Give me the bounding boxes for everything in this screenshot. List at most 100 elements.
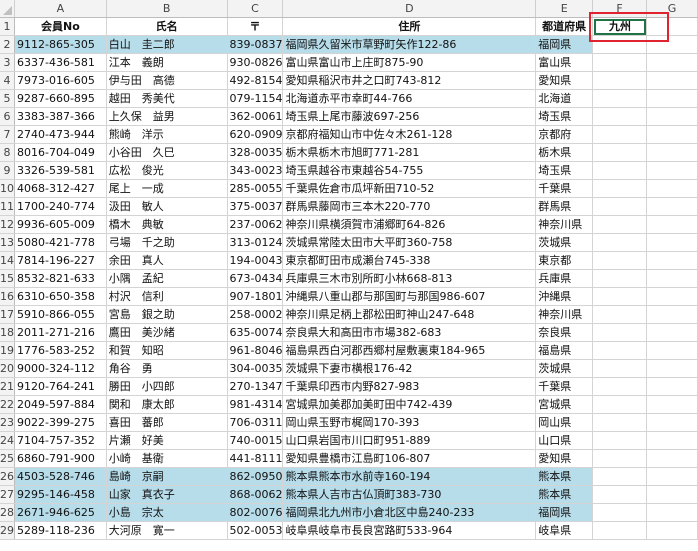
name-cell[interactable]: 小島 宗太 bbox=[106, 503, 228, 522]
name-cell[interactable]: 熊崎 洋示 bbox=[106, 125, 228, 144]
empty-cell[interactable] bbox=[592, 143, 647, 162]
empty-cell[interactable] bbox=[646, 341, 698, 360]
empty-cell[interactable] bbox=[646, 485, 698, 504]
row-header[interactable]: 9 bbox=[0, 161, 15, 180]
empty-cell[interactable] bbox=[592, 323, 647, 342]
empty-cell[interactable] bbox=[646, 323, 698, 342]
empty-cell[interactable] bbox=[646, 233, 698, 252]
postal-cell[interactable]: 802-0076 bbox=[227, 503, 284, 522]
name-cell[interactable]: 和賀 知昭 bbox=[106, 341, 228, 360]
prefecture-cell[interactable]: 熊本県 bbox=[535, 485, 594, 504]
name-cell[interactable]: 関和 康太郎 bbox=[106, 395, 228, 414]
postal-cell[interactable]: 868-0062 bbox=[227, 485, 284, 504]
member-no-cell[interactable]: 5289-118-236 bbox=[14, 521, 107, 540]
empty-cell[interactable] bbox=[646, 71, 698, 90]
address-cell[interactable]: 熊本県熊本市水前寺160-194 bbox=[282, 467, 537, 486]
empty-cell[interactable] bbox=[592, 197, 647, 216]
name-cell[interactable]: 片瀬 好美 bbox=[106, 431, 228, 450]
name-cell[interactable]: 橋木 典敏 bbox=[106, 215, 228, 234]
column-header-b[interactable]: B bbox=[106, 0, 228, 18]
row-header[interactable]: 6 bbox=[0, 107, 15, 126]
member-no-cell[interactable]: 7814-196-227 bbox=[14, 251, 107, 270]
name-cell[interactable]: 小崎 基衛 bbox=[106, 449, 228, 468]
postal-cell[interactable]: 839-0837 bbox=[227, 35, 284, 54]
row-header[interactable]: 12 bbox=[0, 215, 15, 234]
header-address[interactable]: 住所 bbox=[282, 17, 537, 36]
name-cell[interactable]: 伊与田 高德 bbox=[106, 71, 228, 90]
row-header[interactable]: 15 bbox=[0, 269, 15, 288]
postal-cell[interactable]: 635-0074 bbox=[227, 323, 284, 342]
row-header[interactable]: 21 bbox=[0, 377, 15, 396]
prefecture-cell[interactable]: 茨城県 bbox=[535, 233, 594, 252]
name-cell[interactable]: 越田 秀美代 bbox=[106, 89, 228, 108]
empty-cell[interactable] bbox=[646, 251, 698, 270]
member-no-cell[interactable]: 9295-146-458 bbox=[14, 485, 107, 504]
filter-cell[interactable]: 九州 ▾ bbox=[592, 17, 647, 36]
member-no-cell[interactable]: 6337-436-581 bbox=[14, 53, 107, 72]
member-no-cell[interactable]: 2740-473-944 bbox=[14, 125, 107, 144]
postal-cell[interactable]: 194-0043 bbox=[227, 251, 284, 270]
name-cell[interactable]: 山家 真衣子 bbox=[106, 485, 228, 504]
postal-cell[interactable]: 673-0434 bbox=[227, 269, 284, 288]
empty-cell[interactable] bbox=[646, 431, 698, 450]
postal-cell[interactable]: 237-0062 bbox=[227, 215, 284, 234]
postal-cell[interactable]: 930-0826 bbox=[227, 53, 284, 72]
empty-cell[interactable] bbox=[646, 395, 698, 414]
prefecture-cell[interactable]: 愛知県 bbox=[535, 71, 594, 90]
empty-cell[interactable] bbox=[592, 485, 647, 504]
empty-cell[interactable] bbox=[646, 89, 698, 108]
empty-cell[interactable] bbox=[646, 305, 698, 324]
empty-cell[interactable] bbox=[592, 233, 647, 252]
row-header[interactable]: 5 bbox=[0, 89, 15, 108]
member-no-cell[interactable]: 8532-821-633 bbox=[14, 269, 107, 288]
address-cell[interactable]: 千葉県佐倉市瓜坪新田710-52 bbox=[282, 179, 537, 198]
member-no-cell[interactable]: 3383-387-366 bbox=[14, 107, 107, 126]
postal-cell[interactable]: 362-0061 bbox=[227, 107, 284, 126]
postal-cell[interactable]: 285-0055 bbox=[227, 179, 284, 198]
empty-cell[interactable] bbox=[646, 269, 698, 288]
header-prefecture[interactable]: 都道府県 bbox=[535, 17, 594, 36]
postal-cell[interactable]: 706-0311 bbox=[227, 413, 284, 432]
empty-cell[interactable] bbox=[592, 71, 647, 90]
filter-value-input[interactable]: 九州 bbox=[594, 19, 646, 35]
prefecture-cell[interactable]: 愛知県 bbox=[535, 449, 594, 468]
empty-cell[interactable] bbox=[592, 449, 647, 468]
postal-cell[interactable]: 313-0124 bbox=[227, 233, 284, 252]
address-cell[interactable]: 埼玉県越谷市東越谷54-755 bbox=[282, 161, 537, 180]
address-cell[interactable]: 千葉県印西市内野827-983 bbox=[282, 377, 537, 396]
prefecture-cell[interactable]: 千葉県 bbox=[535, 179, 594, 198]
row-header[interactable]: 4 bbox=[0, 71, 15, 90]
row-header[interactable]: 10 bbox=[0, 179, 15, 198]
column-header-e[interactable]: E bbox=[535, 0, 594, 18]
empty-cell[interactable] bbox=[592, 107, 647, 126]
row-header[interactable]: 23 bbox=[0, 413, 15, 432]
name-cell[interactable]: 上久保 益男 bbox=[106, 107, 228, 126]
empty-cell[interactable] bbox=[646, 125, 698, 144]
member-no-cell[interactable]: 9112-865-305 bbox=[14, 35, 107, 54]
column-header-d[interactable]: D bbox=[282, 0, 537, 18]
empty-cell[interactable] bbox=[592, 377, 647, 396]
member-no-cell[interactable]: 5910-866-055 bbox=[14, 305, 107, 324]
prefecture-cell[interactable]: 福岡県 bbox=[535, 35, 594, 54]
name-cell[interactable]: 喜田 蕃郎 bbox=[106, 413, 228, 432]
empty-cell[interactable] bbox=[592, 269, 647, 288]
postal-cell[interactable]: 328-0035 bbox=[227, 143, 284, 162]
row-header[interactable]: 22 bbox=[0, 395, 15, 414]
postal-cell[interactable]: 441-8111 bbox=[227, 449, 284, 468]
empty-cell[interactable] bbox=[592, 53, 647, 72]
empty-cell[interactable] bbox=[646, 179, 698, 198]
address-cell[interactable]: 熊本県人吉市古仏頂町383-730 bbox=[282, 485, 537, 504]
empty-cell[interactable] bbox=[646, 287, 698, 306]
prefecture-cell[interactable]: 茨城県 bbox=[535, 359, 594, 378]
empty-cell[interactable] bbox=[592, 305, 647, 324]
name-cell[interactable]: 大河原 寛一 bbox=[106, 521, 228, 540]
address-cell[interactable]: 山口県岩国市川口町951-889 bbox=[282, 431, 537, 450]
empty-cell[interactable] bbox=[592, 35, 647, 54]
empty-cell[interactable] bbox=[646, 107, 698, 126]
address-cell[interactable]: 茨城県常陸太田市大平町360-758 bbox=[282, 233, 537, 252]
address-cell[interactable]: 奈良県大和高田市市場382-683 bbox=[282, 323, 537, 342]
column-header-f[interactable]: F bbox=[592, 0, 647, 18]
name-cell[interactable]: 村沢 信利 bbox=[106, 287, 228, 306]
name-cell[interactable]: 小隅 孟紀 bbox=[106, 269, 228, 288]
member-no-cell[interactable]: 6860-791-900 bbox=[14, 449, 107, 468]
